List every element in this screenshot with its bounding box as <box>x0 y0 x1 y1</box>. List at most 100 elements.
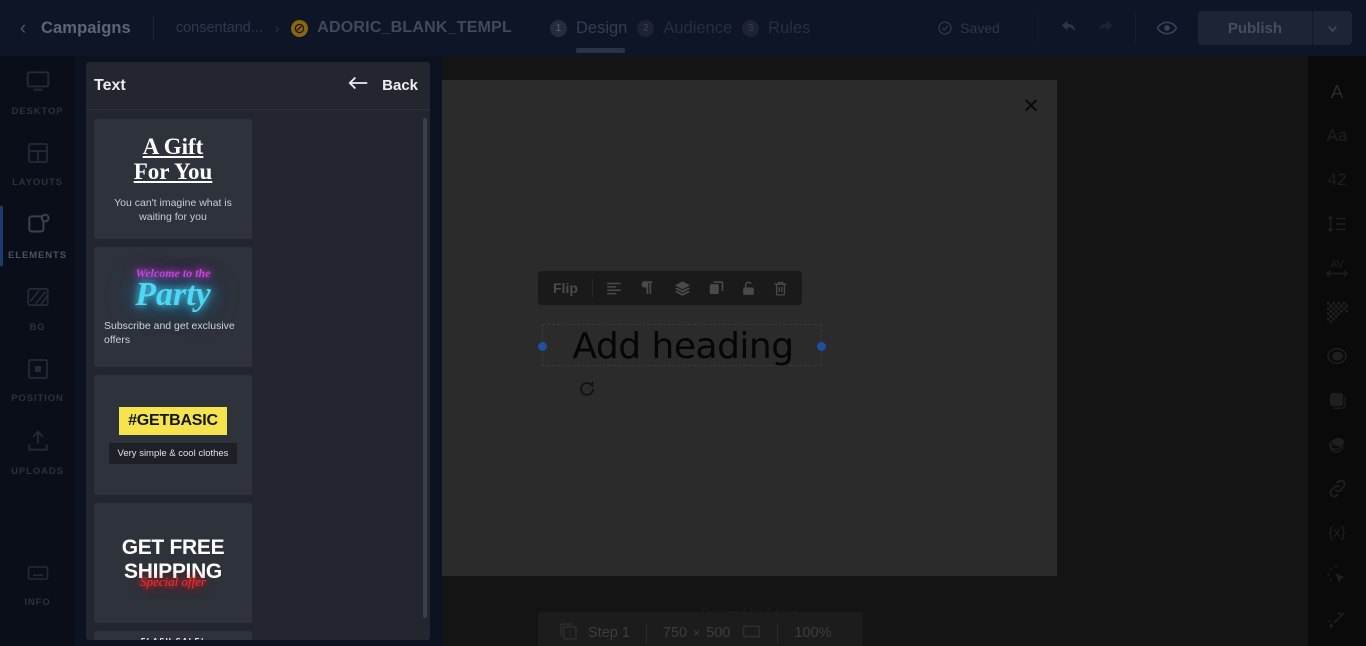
back-button[interactable]: Back <box>348 75 418 96</box>
top-header: ‹ Campaigns consentand... › ADORIC_BLANK… <box>0 0 1366 56</box>
resize-handle-right[interactable] <box>817 342 826 351</box>
campaign-type-badge-icon <box>291 19 309 37</box>
sidebar-item-bg[interactable]: BG <box>0 272 75 344</box>
selected-text-element[interactable]: Add heading <box>538 324 826 367</box>
template-card-get-free-shipping[interactable]: GET FREE SHIPPING Special offer <box>94 503 252 623</box>
layouts-icon <box>26 141 50 170</box>
monitor-icon <box>25 68 51 99</box>
campaigns-link[interactable]: Campaigns <box>41 19 131 38</box>
breadcrumb-current: ADORIC_BLANK_TEMPL <box>317 19 512 36</box>
saved-label: Saved <box>960 20 1000 36</box>
font-family-icon[interactable]: A <box>1317 70 1357 114</box>
rail-spacer <box>0 488 75 548</box>
close-icon[interactable]: ✕ <box>1019 94 1043 118</box>
sidebar-item-position-label: POSITION <box>11 392 64 404</box>
wizard-steps: 1 Design 2 Audience 3 Rules <box>549 0 820 56</box>
chevron-left-icon[interactable]: ‹ <box>14 19 32 38</box>
letter-spacing-icon[interactable]: AV <box>1317 246 1357 290</box>
lock-icon[interactable] <box>734 271 764 305</box>
template-sub: Subscribe and get exclusive offers <box>104 320 235 346</box>
panel-scrollbar[interactable] <box>423 118 427 618</box>
upload-icon <box>25 428 51 459</box>
variable-icon[interactable]: {x} <box>1317 510 1357 554</box>
breadcrumb-separator: › <box>274 20 280 36</box>
rotate-icon[interactable] <box>577 379 597 399</box>
step-rules[interactable]: 3 Rules <box>742 0 810 56</box>
editor-stage: ✕ Flip Add heading 1 Step 1 750 × 500 10… <box>442 56 1308 646</box>
duplicate-icon[interactable] <box>701 271 732 305</box>
background-icon <box>25 284 51 315</box>
sidebar-item-info-label: INFO <box>24 596 51 608</box>
canvas-size[interactable]: 750 × 500 <box>647 624 777 643</box>
step-audience-number: 2 <box>637 19 655 37</box>
template-sub: Very simple & cool clothes <box>108 442 238 464</box>
check-circle-icon <box>937 20 953 36</box>
arrow-left-icon <box>348 75 370 96</box>
publish-button[interactable]: Publish <box>1198 11 1312 45</box>
panel-title: Text <box>94 76 126 94</box>
sidebar-item-desktop[interactable]: DESKTOP <box>0 56 75 128</box>
step-label: Step 1 <box>588 625 630 641</box>
pages-icon: 1 <box>558 621 579 646</box>
elements-icon <box>25 212 51 243</box>
popup-canvas[interactable]: ✕ Flip Add heading <box>442 80 1057 620</box>
step-design-number: 1 <box>549 19 567 37</box>
template-card-a-gift-for-you[interactable]: A Gift For You You can't imagine what is… <box>94 119 252 239</box>
header-actions: Saved Publish <box>937 0 1366 56</box>
template-script: Special offer <box>139 574 207 590</box>
template-card-getbasic[interactable]: #GETBASIC Very simple & cool clothes <box>94 375 252 495</box>
keyboard-icon <box>26 561 50 590</box>
sidebar-item-desktop-label: DESKTOP <box>11 105 64 117</box>
resize-handle-left[interactable] <box>538 342 547 351</box>
rounded-rect-icon[interactable] <box>1317 378 1357 422</box>
template-heading: Party <box>135 276 211 314</box>
align-left-icon[interactable] <box>598 271 630 305</box>
click-action-icon[interactable] <box>1317 554 1357 598</box>
chevron-down-icon[interactable] <box>1312 11 1352 45</box>
link-icon[interactable] <box>1317 466 1357 510</box>
text-direction-icon[interactable] <box>632 271 664 305</box>
template-card-flash-sale-50[interactable]: FLASH SALE! 50% OFF ONLINE PURCHASES Use… <box>94 631 252 640</box>
template-card-welcome-party[interactable]: Welcome to the Party Subscribe and get e… <box>94 247 252 367</box>
selected-text-content: Add heading <box>572 325 794 367</box>
sidebar-item-position[interactable]: POSITION <box>0 344 75 416</box>
zoom-level[interactable]: 100% <box>778 625 847 641</box>
step-rules-label: Rules <box>768 18 811 37</box>
step-rules-number: 3 <box>742 19 760 37</box>
sidebar-item-info[interactable]: INFO <box>0 548 75 620</box>
header-divider <box>152 15 154 41</box>
eye-icon[interactable] <box>1150 11 1184 45</box>
undo-icon[interactable] <box>1053 11 1087 45</box>
sidebar-item-uploads[interactable]: UPLOADS <box>0 416 75 488</box>
header-vsep-2 <box>1134 13 1136 43</box>
step-design[interactable]: 1 Design <box>549 0 628 56</box>
adoric-campaign-editor: ‹ Campaigns consentand... › ADORIC_BLANK… <box>0 0 1366 646</box>
magic-wand-icon[interactable] <box>1317 598 1357 642</box>
sidebar-item-layouts[interactable]: LAYOUTS <box>0 128 75 200</box>
size-times: × <box>693 626 701 640</box>
back-button-label: Back <box>382 77 418 94</box>
breadcrumb-parent[interactable]: consentand... <box>176 20 263 36</box>
step-audience[interactable]: 2 Audience <box>637 0 732 56</box>
publish-group: Publish <box>1197 11 1352 45</box>
flip-button[interactable]: Flip <box>544 271 587 305</box>
header-vsep-1 <box>1037 13 1039 43</box>
trash-icon[interactable] <box>766 271 796 305</box>
panel-body: A Gift For You You can't imagine what is… <box>86 111 430 640</box>
svg-text:1: 1 <box>568 628 572 637</box>
shadow-icon[interactable] <box>1317 334 1357 378</box>
font-size-icon[interactable]: 42 <box>1317 158 1357 202</box>
sidebar-item-elements[interactable]: ELEMENTS <box>0 200 75 272</box>
toolbar-sep-1 <box>591 279 593 297</box>
step-selector[interactable]: 1 Step 1 <box>554 621 646 646</box>
redo-icon[interactable] <box>1087 11 1121 45</box>
canvas-width: 750 <box>662 625 688 641</box>
step-design-label: Design <box>575 18 628 37</box>
opacity-icon[interactable] <box>1317 290 1357 334</box>
text-case-icon[interactable]: Aa <box>1317 114 1357 158</box>
layers-icon[interactable] <box>666 271 699 305</box>
blend-layers-icon[interactable] <box>1317 422 1357 466</box>
right-sidebar: A Aa 42 AV {x} <box>1308 56 1366 646</box>
line-height-icon[interactable] <box>1317 202 1357 246</box>
sidebar-item-uploads-label: UPLOADS <box>11 465 64 477</box>
